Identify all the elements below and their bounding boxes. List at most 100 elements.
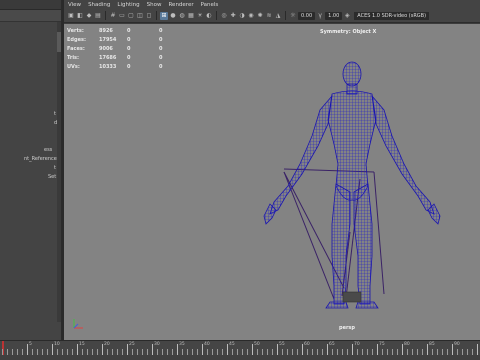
- time-major-tick: [427, 344, 428, 355]
- toolbar-divider: [216, 11, 217, 20]
- time-major-tick: [102, 344, 103, 355]
- backface-culling-icon[interactable]: ◑: [238, 12, 246, 20]
- menu-show[interactable]: Show: [147, 2, 162, 8]
- hud-label: Verts:: [67, 27, 84, 34]
- time-tick: [337, 349, 338, 355]
- hud-row: Verts: 8926 0 0: [67, 26, 162, 35]
- menu-view[interactable]: View: [68, 2, 81, 8]
- smooth-shade-icon[interactable]: ●: [169, 12, 177, 20]
- time-tick: [232, 349, 233, 355]
- time-tick: [182, 349, 183, 355]
- film-gate-icon[interactable]: ▭: [118, 12, 126, 20]
- time-tick-label: 5: [29, 342, 32, 347]
- menu-lighting[interactable]: Lighting: [117, 2, 139, 8]
- colorspace-dropdown[interactable]: ACES 1.0 SDR-video (sRGB): [354, 11, 430, 20]
- textured-icon[interactable]: ▦: [187, 12, 195, 20]
- outliner-item[interactable]: Set: [0, 173, 60, 182]
- hud-row: Faces: 9006 0 0: [67, 44, 162, 53]
- time-tick-label: 10: [54, 342, 60, 347]
- pivot-handle[interactable]: [342, 291, 362, 303]
- xray-icon[interactable]: ◎: [220, 12, 228, 20]
- exposure-field[interactable]: 0.00: [298, 11, 316, 20]
- hud-value: 0: [159, 36, 163, 43]
- outliner-menubar[interactable]: [0, 0, 61, 10]
- time-tick-label: 85: [429, 342, 435, 347]
- outliner-scrollbar[interactable]: [57, 22, 61, 322]
- time-tick-label: 35: [179, 342, 185, 347]
- time-major-tick: [202, 344, 203, 355]
- ambient-occlusion-icon[interactable]: ✺: [256, 12, 264, 20]
- camera-name-label: persp: [339, 325, 355, 331]
- outliner-item[interactable]: nt_Reference: [0, 155, 60, 164]
- camera-attributes-icon[interactable]: ◧: [76, 12, 84, 20]
- select-camera-icon[interactable]: ▣: [67, 12, 75, 20]
- hud-value: 0: [159, 27, 163, 34]
- lights-icon[interactable]: ☀: [196, 12, 204, 20]
- time-ruler[interactable]: 5 10 15 20 25 30 35 40 45 50 55 60 65 70 75 80 85 90: [0, 341, 480, 355]
- maya-window: t d ess nt_Reference t Set View Shading …: [0, 0, 480, 360]
- time-tick: [297, 349, 298, 355]
- grid-icon[interactable]: #: [109, 12, 117, 20]
- time-tick-label: 25: [129, 342, 135, 347]
- hud-value: 17686: [99, 54, 117, 61]
- wireframe-on-shaded-icon[interactable]: ◍: [178, 12, 186, 20]
- shadows-icon[interactable]: ◐: [205, 12, 213, 20]
- gamma-icon[interactable]: γ: [316, 12, 324, 20]
- character-mesh-wireframe[interactable]: [64, 24, 480, 340]
- outliner-item[interactable]: t: [0, 164, 60, 173]
- time-tick: [142, 349, 143, 355]
- time-tick: [287, 349, 288, 355]
- time-tick: [7, 349, 8, 355]
- time-tick: [212, 349, 213, 355]
- menu-renderer[interactable]: Renderer: [168, 2, 193, 8]
- hud-value: 0: [127, 36, 131, 43]
- time-tick: [187, 349, 188, 355]
- time-tick-label: 60: [304, 342, 310, 347]
- color-management-icon[interactable]: ◈: [343, 12, 351, 20]
- time-major-tick: [177, 344, 178, 355]
- time-tick: [147, 349, 148, 355]
- perspective-viewport[interactable]: Verts: 8926 0 0 Edges: 17954 0 0 Faces: …: [64, 24, 480, 340]
- outliner-item[interactable]: t: [0, 110, 60, 119]
- exposure-icon[interactable]: ☼: [289, 12, 297, 20]
- resolution-gate-icon[interactable]: ▢: [127, 12, 135, 20]
- wireframe-icon[interactable]: ⊞: [160, 11, 168, 20]
- image-plane-icon[interactable]: ▤: [94, 12, 102, 20]
- time-tick: [272, 349, 273, 355]
- time-tick: [162, 349, 163, 355]
- antialiasing-icon[interactable]: ◮: [274, 12, 282, 20]
- time-tick: [422, 349, 423, 355]
- menu-panels[interactable]: Panels: [201, 2, 219, 8]
- time-tick: [282, 349, 283, 355]
- outliner-panel: t d ess nt_Reference t Set: [0, 0, 62, 340]
- hud-label: Tris:: [67, 54, 80, 61]
- time-tick: [122, 349, 123, 355]
- time-tick: [407, 349, 408, 355]
- xray-joints-icon[interactable]: ✚: [229, 12, 237, 20]
- safe-action-icon[interactable]: ◻: [145, 12, 153, 20]
- hud-value: 0: [159, 45, 163, 52]
- outliner-item[interactable]: [0, 128, 60, 137]
- toolbar-divider: [285, 11, 286, 20]
- gamma-field[interactable]: 1.00: [325, 11, 343, 20]
- time-major-tick: [27, 344, 28, 355]
- gate-mask-icon[interactable]: ◫: [136, 12, 144, 20]
- isolate-select-icon[interactable]: ◉: [247, 12, 255, 20]
- time-slider[interactable]: 5 10 15 20 25 30 35 40 45 50 55 60 65 70 75 80 85 90: [0, 340, 480, 360]
- time-tick: [47, 349, 48, 355]
- outliner-item[interactable]: ess: [0, 146, 60, 155]
- outliner-item[interactable]: [0, 137, 60, 146]
- time-tick-label: 55: [279, 342, 285, 347]
- time-tick-label: 15: [79, 342, 85, 347]
- menu-shading[interactable]: Shading: [88, 2, 110, 8]
- outliner-search-row[interactable]: [0, 10, 61, 22]
- time-tick: [112, 349, 113, 355]
- outliner-list: t d ess nt_Reference t Set: [0, 110, 60, 182]
- time-major-tick: [327, 344, 328, 355]
- time-tick: [132, 349, 133, 355]
- motion-blur-icon[interactable]: ≋: [265, 12, 273, 20]
- scrollbar-thumb[interactable]: [57, 32, 61, 52]
- time-tick: [137, 349, 138, 355]
- outliner-item[interactable]: d: [0, 119, 60, 128]
- bookmark-icon[interactable]: ◆: [85, 12, 93, 20]
